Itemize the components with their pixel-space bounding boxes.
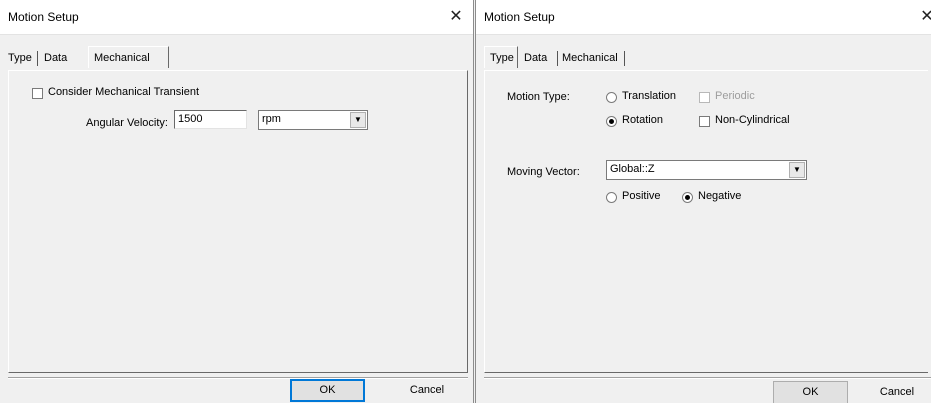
non-cylindrical-checkbox[interactable] — [699, 116, 710, 127]
dialog-title: Motion Setup — [484, 10, 555, 24]
consider-transient-label: Consider Mechanical Transient — [48, 86, 200, 98]
ok-button[interactable]: OK — [290, 379, 365, 402]
tab-panel-type: Motion Type: Translation Periodic Rotati… — [484, 70, 928, 373]
ok-button[interactable]: OK — [773, 381, 848, 403]
negative-label: Negative — [698, 190, 742, 202]
motion-setup-dialog-right: Motion Setup ✕ Type Data Mechanical Moti… — [475, 0, 931, 403]
tab-type[interactable]: Type — [484, 46, 518, 68]
angular-velocity-input[interactable]: 1500 — [174, 110, 247, 129]
non-cylindrical-label: Non-Cylindrical — [715, 114, 790, 126]
cancel-button[interactable]: Cancel — [387, 379, 467, 402]
tab-panel-mechanical: Consider Mechanical Transient Angular Ve… — [8, 70, 468, 373]
moving-vector-selected-value: Global::Z — [610, 163, 655, 175]
unit-selected-value: rpm — [262, 113, 281, 125]
tab-mechanical[interactable]: Mechanical — [88, 46, 169, 68]
tab-data[interactable]: Data — [44, 49, 67, 68]
motion-type-label: Motion Type: — [507, 91, 570, 103]
title-bar: Motion Setup ✕ — [476, 0, 931, 35]
tab-separator — [37, 51, 38, 66]
moving-vector-label: Moving Vector: — [507, 166, 580, 178]
angular-velocity-unit-select[interactable]: rpm ▼ — [258, 110, 368, 130]
periodic-label: Periodic — [715, 90, 755, 102]
negative-radio[interactable] — [682, 192, 693, 203]
rotation-label: Rotation — [622, 114, 663, 126]
title-bar: Motion Setup ✕ — [0, 0, 473, 35]
chevron-down-icon[interactable]: ▼ — [789, 162, 805, 178]
tab-separator — [557, 51, 558, 66]
translation-radio[interactable] — [606, 92, 617, 103]
tab-data[interactable]: Data — [524, 49, 547, 68]
periodic-checkbox[interactable] — [699, 92, 710, 103]
close-icon[interactable]: ✕ — [913, 4, 931, 30]
chevron-down-icon[interactable]: ▼ — [350, 112, 366, 128]
dialog-title: Motion Setup — [8, 10, 79, 24]
tab-mechanical[interactable]: Mechanical — [562, 49, 618, 68]
close-icon[interactable]: ✕ — [442, 4, 470, 30]
positive-radio[interactable] — [606, 192, 617, 203]
button-divider — [484, 377, 931, 379]
tab-type[interactable]: Type — [8, 49, 32, 68]
motion-setup-dialog-left: Motion Setup ✕ Type Data Mechanical Cons… — [0, 0, 474, 403]
consider-transient-checkbox[interactable] — [32, 88, 43, 99]
cancel-button[interactable]: Cancel — [861, 381, 931, 403]
moving-vector-select[interactable]: Global::Z ▼ — [606, 160, 807, 180]
positive-label: Positive — [622, 190, 661, 202]
angular-velocity-label: Angular Velocity: — [86, 117, 168, 129]
rotation-radio[interactable] — [606, 116, 617, 127]
tab-separator — [624, 51, 625, 66]
translation-label: Translation — [622, 90, 677, 102]
